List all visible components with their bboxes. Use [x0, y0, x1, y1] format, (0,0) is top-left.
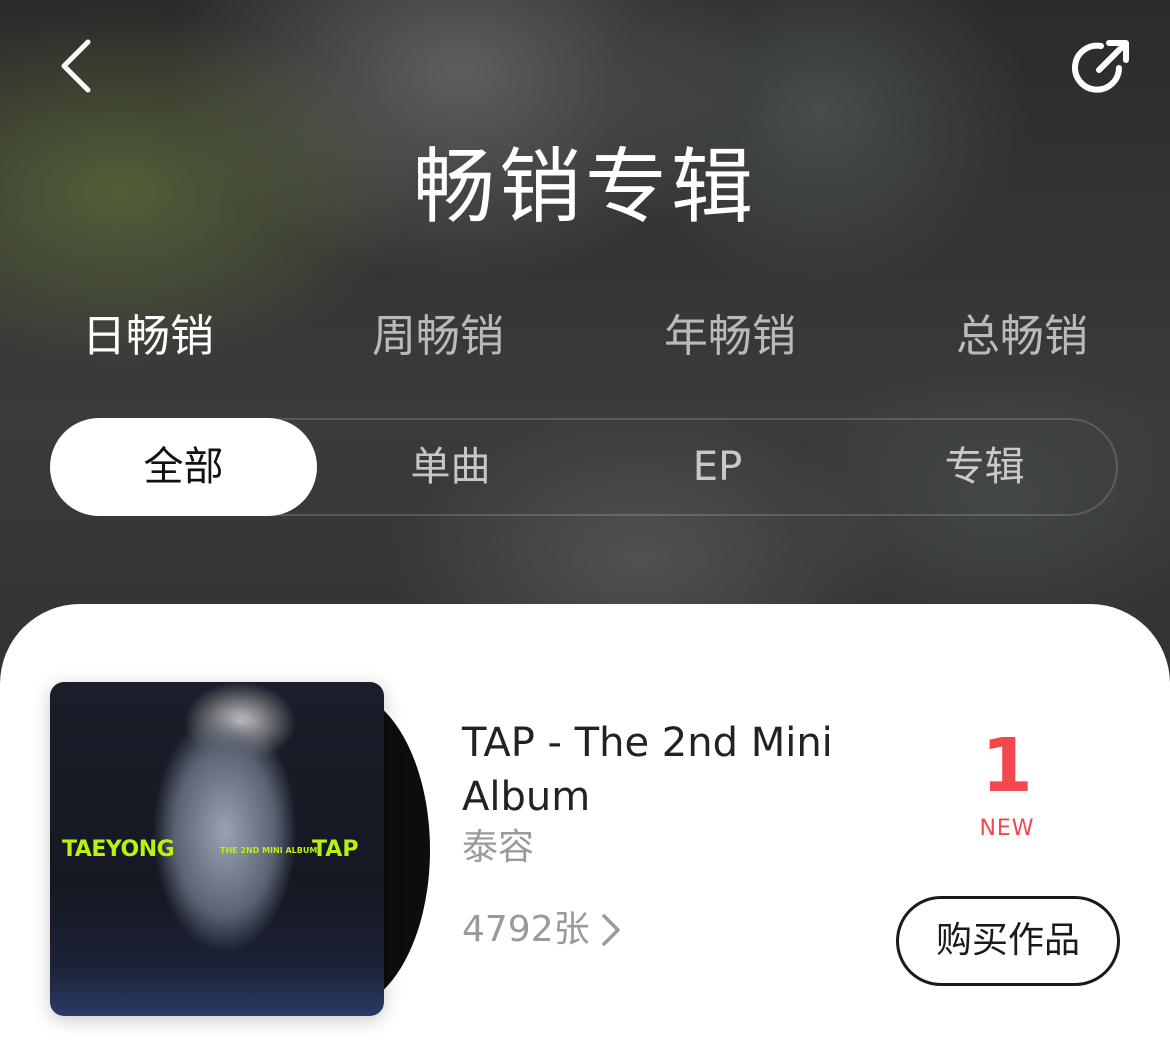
- filter-album[interactable]: 专辑: [851, 418, 1118, 516]
- sales-count: 4792张: [462, 909, 590, 950]
- filter-all[interactable]: 全部: [50, 418, 317, 516]
- cover-artist-text: TAEYONG: [62, 837, 175, 862]
- back-button[interactable]: [48, 38, 104, 94]
- sales-count-link[interactable]: 4792张: [462, 908, 624, 952]
- filter-single[interactable]: 单曲: [317, 418, 584, 516]
- chevron-right-icon: [601, 914, 620, 946]
- filter-ep[interactable]: EP: [584, 418, 851, 516]
- type-filter-segmented-control: 全部 单曲 EP 专辑: [50, 418, 1118, 516]
- cover-title-text: TAP: [312, 837, 359, 862]
- album-cover[interactable]: TAEYONG THE 2ND MINI ALBUM TAP: [50, 682, 384, 1016]
- album-title[interactable]: TAP - The 2nd Mini Album: [462, 716, 882, 824]
- chevron-left-icon: [61, 39, 91, 93]
- period-tabs: 日畅销 周畅销 年畅销 总畅销: [0, 305, 1170, 375]
- rank-badge-new: NEW: [979, 816, 1035, 841]
- tab-weekly[interactable]: 周畅销: [338, 305, 538, 369]
- rank-number: 1: [981, 723, 1033, 809]
- tab-all-time[interactable]: 总畅销: [922, 305, 1122, 369]
- tab-yearly[interactable]: 年畅销: [630, 305, 830, 369]
- album-artist[interactable]: 泰容: [462, 826, 534, 870]
- tab-daily[interactable]: 日畅销: [48, 305, 248, 369]
- buy-button[interactable]: 购买作品: [896, 896, 1120, 986]
- page-title: 畅销专辑: [412, 140, 757, 235]
- share-icon: [1072, 40, 1129, 93]
- cover-sub-text: THE 2ND MINI ALBUM: [220, 846, 318, 855]
- share-button[interactable]: [1066, 34, 1138, 100]
